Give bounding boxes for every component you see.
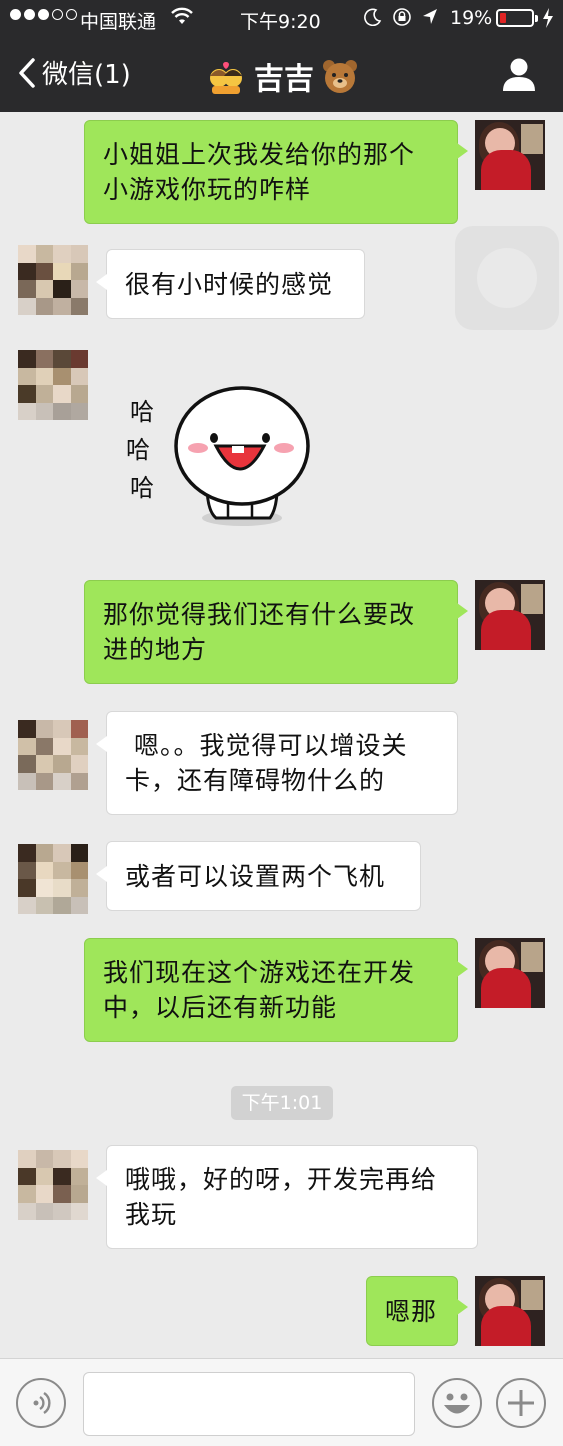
timestamp-divider: 下午1:01 bbox=[231, 1086, 333, 1120]
contact-name: 吉吉 bbox=[254, 62, 314, 97]
back-label: 微信(1) bbox=[42, 60, 131, 90]
sticker-text: 哈 bbox=[130, 398, 154, 426]
message-line: 很有小时候的感觉 bbox=[125, 270, 334, 299]
back-button[interactable]: 微信(1) bbox=[16, 54, 131, 91]
message-line: 哦哦，好的呀，开发完再给 bbox=[125, 1165, 438, 1194]
contact-avatar[interactable] bbox=[18, 720, 88, 790]
message-line: 嗯。。我觉得可以增设关 bbox=[125, 731, 408, 760]
message-line: 嗯那 bbox=[385, 1297, 438, 1326]
person-icon[interactable] bbox=[501, 56, 537, 92]
contact-avatar[interactable] bbox=[18, 350, 88, 420]
moon-icon bbox=[364, 8, 382, 26]
battery-icon bbox=[496, 9, 538, 27]
wifi-icon bbox=[171, 7, 193, 24]
voice-button[interactable] bbox=[16, 1378, 66, 1428]
message-bubble-outgoing[interactable]: 嗯那 bbox=[366, 1276, 468, 1346]
chevron-left-icon bbox=[19, 57, 35, 88]
battery-percent: 19% bbox=[450, 7, 493, 29]
message-bubble-outgoing[interactable]: 小姐姐上次我发给你的那个 小游戏你玩的咋样 bbox=[84, 120, 468, 224]
message-line: 卡，还有障碍物什么的 bbox=[125, 766, 386, 795]
contact-avatar[interactable] bbox=[18, 245, 88, 315]
message-line: 或者可以设置两个飞机 bbox=[125, 862, 386, 891]
message-bubble-incoming[interactable]: 嗯。。我觉得可以增设关 卡，还有障碍物什么的 bbox=[96, 711, 458, 815]
my-avatar[interactable] bbox=[475, 580, 545, 650]
my-avatar[interactable] bbox=[475, 938, 545, 1008]
laughing-sticker[interactable]: 哈 哈 哈 bbox=[120, 380, 320, 530]
charging-bolt-icon bbox=[543, 8, 553, 28]
message-bubble-outgoing[interactable]: 那你觉得我们还有什么要改 进的地方 bbox=[84, 580, 468, 684]
message-line: 中，以后还有新功能 bbox=[103, 993, 338, 1022]
chat-title: 吉吉 bbox=[206, 54, 358, 98]
sticker-text: 哈 bbox=[126, 436, 150, 464]
voice-icon bbox=[33, 1392, 51, 1414]
contact-avatar[interactable] bbox=[18, 1150, 88, 1220]
message-bubble-incoming[interactable]: 或者可以设置两个飞机 bbox=[96, 841, 421, 911]
message-line: 进的地方 bbox=[103, 635, 208, 664]
bear-face-emoji-icon bbox=[323, 60, 357, 93]
sticker-text: 哈 bbox=[130, 474, 154, 502]
navigation-bar: 微信(1) 吉吉 bbox=[0, 44, 563, 106]
plus-icon bbox=[508, 1390, 534, 1416]
smiley-icon bbox=[444, 1393, 470, 1414]
rotation-lock-icon bbox=[393, 8, 411, 26]
my-avatar[interactable] bbox=[475, 120, 545, 190]
input-bar bbox=[0, 1358, 563, 1446]
my-avatar[interactable] bbox=[475, 1276, 545, 1346]
message-line: 我们现在这个游戏还在开发 bbox=[103, 958, 416, 987]
emoji-button[interactable] bbox=[432, 1378, 482, 1428]
assistive-touch-button[interactable] bbox=[455, 226, 559, 330]
location-arrow-icon bbox=[423, 9, 437, 24]
message-bubble-outgoing[interactable]: 我们现在这个游戏还在开发 中，以后还有新功能 bbox=[84, 938, 468, 1042]
message-line: 小游戏你玩的咋样 bbox=[103, 175, 312, 204]
contact-avatar[interactable] bbox=[18, 844, 88, 914]
message-bubble-incoming[interactable]: 哦哦，好的呀，开发完再给 我玩 bbox=[96, 1145, 478, 1249]
carrier-name: 中国联通 bbox=[80, 11, 157, 33]
message-line: 小姐姐上次我发给你的那个 bbox=[103, 140, 416, 169]
couple-emoji-icon bbox=[210, 61, 242, 94]
top-bar: 中国联通 下午9:20 19% 微信(1) 吉吉 bbox=[0, 0, 563, 112]
signal-strength-icon bbox=[10, 9, 77, 20]
message-line: 那你觉得我们还有什么要改 bbox=[103, 600, 416, 629]
message-input[interactable] bbox=[83, 1372, 415, 1436]
message-bubble-incoming[interactable]: 很有小时候的感觉 bbox=[96, 249, 365, 319]
message-line: 我玩 bbox=[125, 1200, 178, 1229]
status-bar: 中国联通 下午9:20 19% bbox=[0, 0, 563, 38]
more-options-button[interactable] bbox=[496, 1378, 546, 1428]
chat-area[interactable]: 小姐姐上次我发给你的那个 小游戏你玩的咋样 很有小时候的感觉 哈 哈 哈 那你觉… bbox=[0, 112, 563, 1358]
status-time: 下午9:20 bbox=[240, 11, 321, 33]
